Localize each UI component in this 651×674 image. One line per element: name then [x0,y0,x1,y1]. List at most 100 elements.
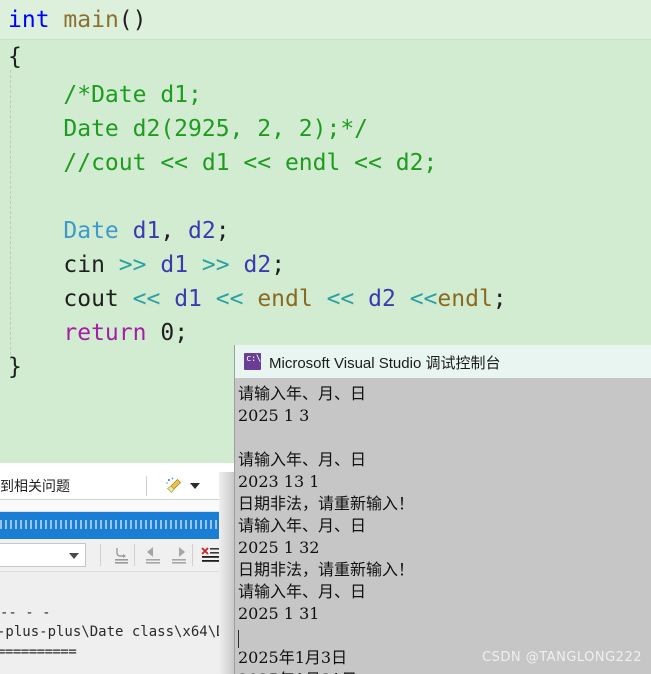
toolbar-separator [100,544,101,566]
console-output-area[interactable]: 请输入年、月、日 2025 1 3 请输入年、月、日 2023 13 1 日期非法，请重… [235,378,651,674]
code-token: Date [63,218,119,244]
code-line: return 0; [8,316,188,350]
code-token: ; [492,286,507,312]
output-source-combobox[interactable] [0,543,86,567]
code-token: >> [118,252,147,278]
code-token: } [8,354,22,380]
console-title-text: Microsoft Visual Studio 调试控制台 [269,355,501,372]
console-output-lines: 请输入年、月、日 2025 1 3 请输入年、月、日 2023 13 1 日期非法，请重… [238,383,651,674]
code-token: () [118,7,147,33]
output-line-separator: ========== [0,644,77,660]
console-line: 2023 13 1 [238,472,320,491]
console-text-caret [238,630,239,648]
panel-edge-shadow [219,472,234,674]
code-line: //cout << d1 << endl << d2; [8,146,437,180]
csdn-watermark: CSDN @TANGLONG222 [482,650,642,665]
code-line: } [8,350,22,384]
console-line: 请输入年、月、日 [238,582,367,601]
selection-focus-outline [0,520,234,529]
code-line: { [8,40,22,74]
search-input-text[interactable]: 到相关问题 [0,476,70,496]
toolbar-separator [146,476,147,496]
chevron-down-icon[interactable] [69,553,79,559]
code-token: d1 [132,218,161,244]
code-token: cin [63,252,105,278]
code-token: ; [174,320,189,346]
output-toolbar[interactable] [0,539,234,572]
code-token: //cout << d1 << endl << d2; [8,150,438,176]
code-token: , [160,218,189,244]
code-token: d1 [174,286,202,312]
error-list-search-bar[interactable]: 到相关问题 [0,472,234,500]
code-token: d2 [243,252,272,278]
console-line: 2025 1 3 [238,406,310,425]
code-token: /*Date d1; [8,82,202,108]
code-token: << [326,286,355,312]
panel-gap [0,500,234,512]
code-line: Date d2(2925, 2, 2);*/ [8,112,368,146]
console-line: 请输入年、月、日 [238,384,367,403]
code-token: endl [437,286,493,312]
code-token: ; [215,218,230,244]
console-app-icon [244,353,261,370]
toolbar-separator [192,544,193,566]
console-line: 日期非法，请重新输入！ [238,494,415,513]
code-token: ; [271,252,286,278]
console-line: 2025 1 31 [238,604,320,623]
go-to-message-icon[interactable] [110,545,132,565]
code-line: cout << d1 << endl << d2 <<endl; [8,282,507,316]
code-token: { [8,44,22,70]
code-token: d2 [368,286,396,312]
code-token: cout [63,286,119,312]
code-token: 0 [160,320,175,346]
code-token: d2 [188,218,216,244]
console-line: 日期非法，请重新输入！ [238,560,415,579]
output-line-path: -plus-plus\Date class\x64\Debu [0,624,250,640]
debug-console-window[interactable]: Microsoft Visual Studio 调试控制台 请输入年、月、日 20… [234,345,651,674]
console-title-bar[interactable]: Microsoft Visual Studio 调试控制台 [235,345,651,378]
selected-row-highlight[interactable] [0,512,234,539]
code-token: << [409,286,438,312]
next-message-icon[interactable] [168,545,190,565]
code-line: cin >> d1 >> d2; [8,248,285,282]
code-token: << [215,286,244,312]
previous-message-icon[interactable] [142,545,164,565]
code-line: int main() [8,3,147,37]
code-token: Date d2(2925, 2, 2);*/ [8,116,369,142]
code-token: return [63,320,147,346]
broom-icon[interactable] [164,476,184,496]
output-line-dashes: -- - - [0,605,51,621]
code-token: << [132,286,161,312]
console-line: 请输入年、月、日 [238,516,367,535]
code-line: /*Date d1; [8,78,202,112]
console-line: 请输入年、月、日 [238,450,367,469]
code-line: Date d1, d2; [8,214,230,248]
code-token: int [8,7,50,33]
code-token: d1 [160,252,189,278]
code-line [8,180,22,214]
console-line: 2025 1 32 [238,538,320,557]
chevron-down-icon[interactable] [190,483,200,489]
code-token: endl [257,286,313,312]
console-line: 2025年1月31日 [238,669,651,674]
